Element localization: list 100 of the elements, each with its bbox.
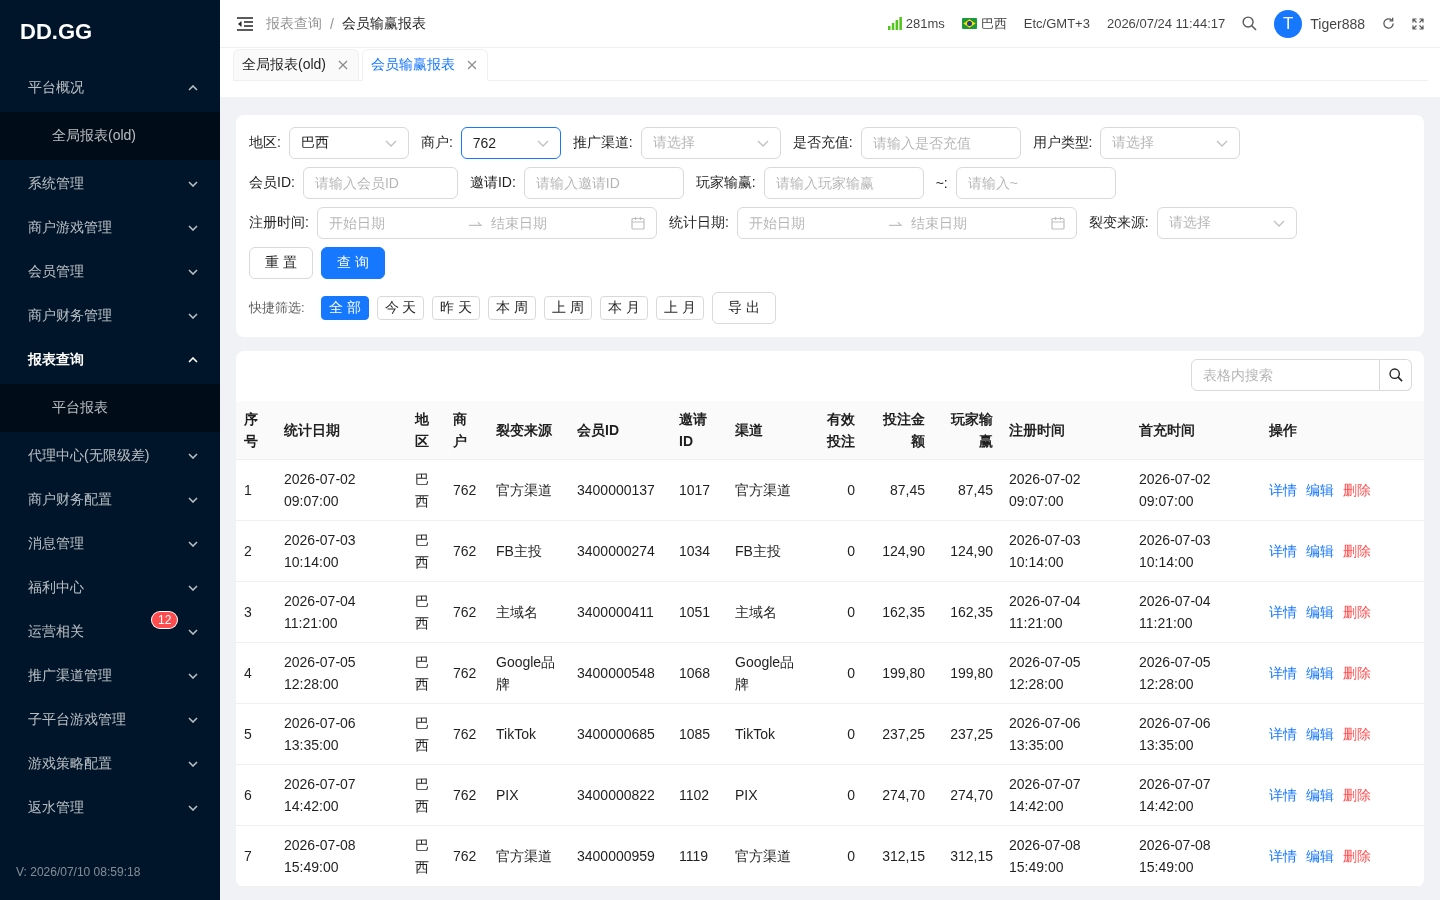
sidebar-item[interactable]: 返水管理	[0, 786, 220, 830]
text-field[interactable]: 请输入~	[955, 167, 1116, 199]
text-field[interactable]: 请输入是否充值	[860, 127, 1021, 159]
menu-fold-icon[interactable]	[237, 16, 253, 31]
table-cell: 2026-07-05 12:28:00	[1001, 642, 1131, 704]
text-field[interactable]: 请输入邀请ID	[523, 167, 684, 199]
calendar-icon	[1050, 216, 1065, 230]
sidebar-item[interactable]: 游戏策略配置	[0, 742, 220, 786]
table-cell: 2026-07-06 13:35:00	[1001, 703, 1131, 765]
action-link[interactable]: 编辑	[1306, 784, 1334, 806]
table-cell: 巴西	[407, 581, 445, 643]
breadcrumb-link[interactable]: 会员输赢报表	[341, 14, 426, 33]
action-link[interactable]: 编辑	[1306, 540, 1334, 562]
table-cell: 官方渠道	[488, 825, 569, 887]
sidebar-item[interactable]: 商户财务配置	[0, 478, 220, 522]
table-cell: 762	[445, 520, 488, 582]
sidebar-item[interactable]: 平台概况	[0, 66, 220, 110]
start-date-field[interactable]: 开始日期	[328, 212, 461, 234]
table-cell: 0	[807, 520, 863, 582]
datetime-text: 2026/07/24 11:44:17	[1106, 16, 1226, 31]
column-header: 首充时间	[1131, 401, 1261, 460]
search-icon	[1388, 368, 1403, 382]
column-header: 渠道	[727, 401, 807, 460]
action-link[interactable]: 详情	[1269, 784, 1297, 806]
sidebar-item[interactable]: 消息管理	[0, 522, 220, 566]
column-header: 注册时间	[1001, 401, 1131, 460]
date-range-field[interactable]: 开始日期 结束日期	[316, 207, 657, 239]
column-header: 地区	[407, 401, 445, 460]
table-cell: 1017	[671, 459, 727, 521]
action-link[interactable]: 编辑	[1306, 601, 1334, 623]
field-label: 邀请ID:	[469, 174, 516, 192]
table-cell: 主域名	[488, 581, 569, 643]
action-link[interactable]: 详情	[1269, 479, 1297, 501]
table-cell: 巴西	[407, 520, 445, 582]
table-cell: 2026-07-08 15:49:00	[1001, 825, 1131, 887]
table-cell: Google品牌	[727, 642, 807, 704]
page-tab[interactable]: 会员输赢报表	[362, 49, 488, 81]
table-cell: 199,80	[933, 642, 1001, 704]
text-field[interactable]: 请输入玩家输赢	[763, 167, 924, 199]
table-cell: 1085	[671, 703, 727, 765]
sidebar-item[interactable]: 报表查询	[0, 338, 220, 382]
action-link[interactable]: 详情	[1269, 662, 1297, 684]
sidebar-item[interactable]: 会员管理	[0, 250, 220, 294]
count-badge: 12	[152, 612, 178, 628]
table-cell: 762	[445, 581, 488, 643]
action-link[interactable]: 编辑	[1306, 662, 1334, 684]
quick-filter-button[interactable]: 本 周	[488, 296, 537, 320]
date-range-field[interactable]: 开始日期 结束日期	[736, 207, 1077, 239]
action-link[interactable]: 详情	[1269, 540, 1297, 562]
sidebar-item[interactable]: 运营相关 12	[0, 610, 220, 654]
search-button[interactable]: 查 询	[320, 247, 385, 279]
sidebar-item[interactable]: 代理中心(无限级差)	[0, 434, 220, 478]
search-button[interactable]	[1380, 359, 1412, 391]
quick-filter-button[interactable]: 全 部	[320, 296, 369, 320]
table-cell: 1034	[671, 520, 727, 582]
quick-filter-button[interactable]: 上 月	[655, 296, 704, 320]
reset-button[interactable]: 重 置	[249, 247, 313, 279]
action-link[interactable]: 详情	[1269, 845, 1297, 867]
quick-filter-button[interactable]: 本 月	[600, 296, 648, 320]
action-link[interactable]: 编辑	[1306, 479, 1334, 501]
table-cell: 官方渠道	[727, 825, 807, 887]
table-cell: 2026-07-04 11:21:00	[276, 581, 407, 643]
user-name[interactable]: Tiger888	[1310, 15, 1365, 32]
end-date-field[interactable]: 结束日期	[491, 212, 623, 234]
field-label: 是否充值:	[792, 134, 853, 152]
sidebar-item[interactable]: 商户游戏管理	[0, 206, 220, 250]
table-cell: 2026-07-04 11:21:00	[1131, 581, 1261, 643]
sidebar-item[interactable]: 系统管理	[0, 162, 220, 206]
start-date-field[interactable]: 开始日期	[748, 212, 881, 234]
sidebar-item[interactable]: 商户财务管理	[0, 294, 220, 338]
text-field[interactable]: 请输入会员ID	[302, 167, 458, 199]
sidebar-item[interactable]: 子平台游戏管理	[0, 698, 220, 742]
user-avatar[interactable]: T	[1274, 9, 1303, 38]
page-tab[interactable]: 全局报表(old)	[233, 49, 359, 80]
column-header: 有效投注	[807, 401, 863, 460]
action-link[interactable]: 编辑	[1306, 723, 1334, 745]
action-link[interactable]: 编辑	[1306, 845, 1334, 867]
table-cell: 237,25	[933, 703, 1001, 765]
action-link[interactable]: 详情	[1269, 723, 1297, 745]
table-cell: PIX	[727, 764, 807, 826]
table-cell: 巴西	[407, 703, 445, 765]
quick-filter-button[interactable]: 今 天	[376, 296, 425, 320]
select-field[interactable]: 巴西	[288, 127, 409, 159]
quick-filter-button[interactable]: 上 周	[544, 296, 593, 320]
close-icon[interactable]	[338, 60, 348, 70]
close-icon[interactable]	[467, 60, 477, 70]
reload-icon[interactable]	[1382, 17, 1395, 30]
chevron-down-icon	[756, 139, 769, 147]
action-link[interactable]: 详情	[1269, 601, 1297, 623]
end-date-field[interactable]: 结束日期	[911, 212, 1043, 234]
search-icon[interactable]	[1242, 16, 1258, 31]
sidebar-item[interactable]: 推广渠道管理	[0, 654, 220, 698]
sidebar-item[interactable]: 福利中心	[0, 566, 220, 610]
table-cell: 2026-07-05 12:28:00	[276, 642, 407, 704]
export-button[interactable]: 导 出	[711, 292, 776, 324]
table-search-field[interactable]: 表格内搜索	[1191, 359, 1380, 391]
select-field[interactable]: 762	[460, 127, 561, 159]
fullscreen-icon[interactable]	[1412, 17, 1424, 30]
column-header: 会员ID	[569, 401, 671, 460]
quick-filter-button[interactable]: 昨 天	[432, 296, 481, 320]
